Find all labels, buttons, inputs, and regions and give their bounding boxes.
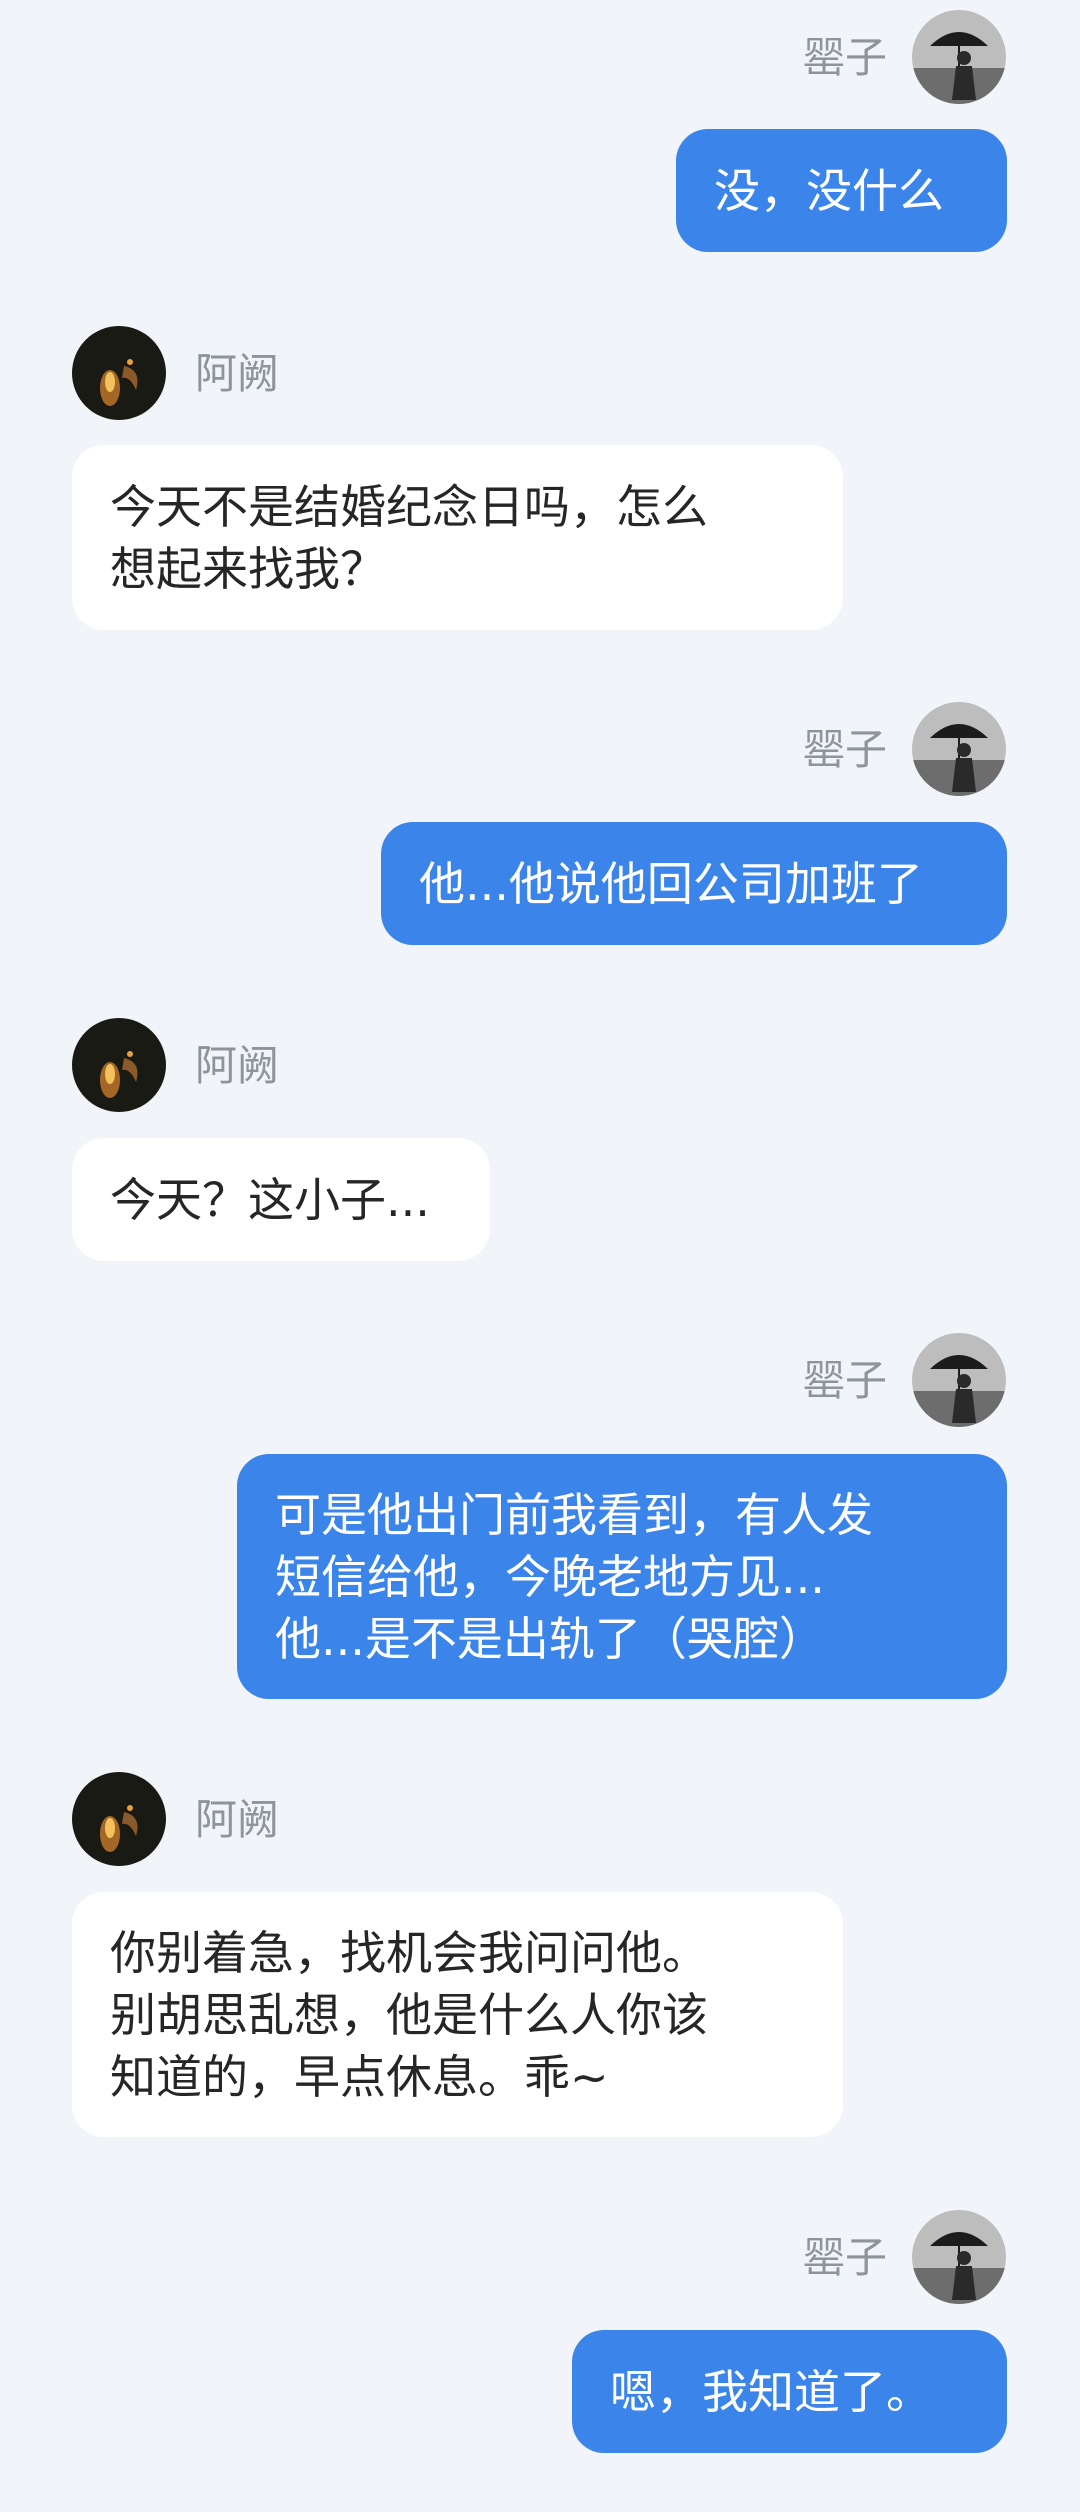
sender-name: 罂子	[802, 33, 887, 82]
sender-name: 阿阙	[195, 1795, 280, 1844]
sender-name: 阿阙	[195, 349, 280, 398]
sender-name: 罂子	[802, 2233, 887, 2282]
candle-flame-avatar-icon[interactable]	[72, 1018, 166, 1112]
message-bubble-received[interactable]: 今天不是结婚纪念日吗，怎么 想起来找我？	[72, 445, 843, 630]
candle-flame-avatar-icon[interactable]	[72, 326, 166, 420]
message-text: 你别着急，找机会我问问他。 别胡思乱想，他是什么人你该 知道的，早点休息。乖~	[110, 1925, 708, 2104]
umbrella-woman-avatar-icon[interactable]	[912, 10, 1006, 104]
message-text: 可是他出门前我看到，有人发 短信给他，今晚老地方见... 他...是不是出轨了（…	[275, 1487, 873, 1666]
sender-name: 罂子	[802, 725, 887, 774]
message-text: 没，没什么	[714, 163, 944, 218]
message-text: 他...他说他回公司加班了	[419, 856, 923, 911]
message-bubble-received[interactable]: 今天？这小子...	[72, 1138, 490, 1261]
umbrella-woman-avatar-icon[interactable]	[912, 1333, 1006, 1427]
message-text: 今天不是结婚纪念日吗，怎么 想起来找我？	[110, 479, 708, 596]
message-bubble-sent[interactable]: 他...他说他回公司加班了	[381, 822, 1007, 945]
message-bubble-sent[interactable]: 没，没什么	[676, 129, 1007, 252]
sender-name: 阿阙	[195, 1041, 280, 1090]
message-text: 今天？这小子...	[110, 1172, 430, 1227]
message-text: 嗯，我知道了。	[610, 2364, 932, 2419]
umbrella-woman-avatar-icon[interactable]	[912, 2210, 1006, 2304]
candle-flame-avatar-icon[interactable]	[72, 1772, 166, 1866]
message-bubble-received[interactable]: 你别着急，找机会我问问他。 别胡思乱想，他是什么人你该 知道的，早点休息。乖~	[72, 1892, 843, 2137]
message-bubble-sent[interactable]: 可是他出门前我看到，有人发 短信给他，今晚老地方见... 他...是不是出轨了（…	[237, 1454, 1007, 1699]
message-bubble-sent[interactable]: 嗯，我知道了。	[572, 2330, 1007, 2453]
sender-name: 罂子	[802, 1356, 887, 1405]
umbrella-woman-avatar-icon[interactable]	[912, 702, 1006, 796]
chat-thread[interactable]: 罂子 没，没什么 阿阙 今天不是结婚纪念日吗，怎么 想起来找我？ 罂子 他...…	[0, 0, 1080, 2512]
